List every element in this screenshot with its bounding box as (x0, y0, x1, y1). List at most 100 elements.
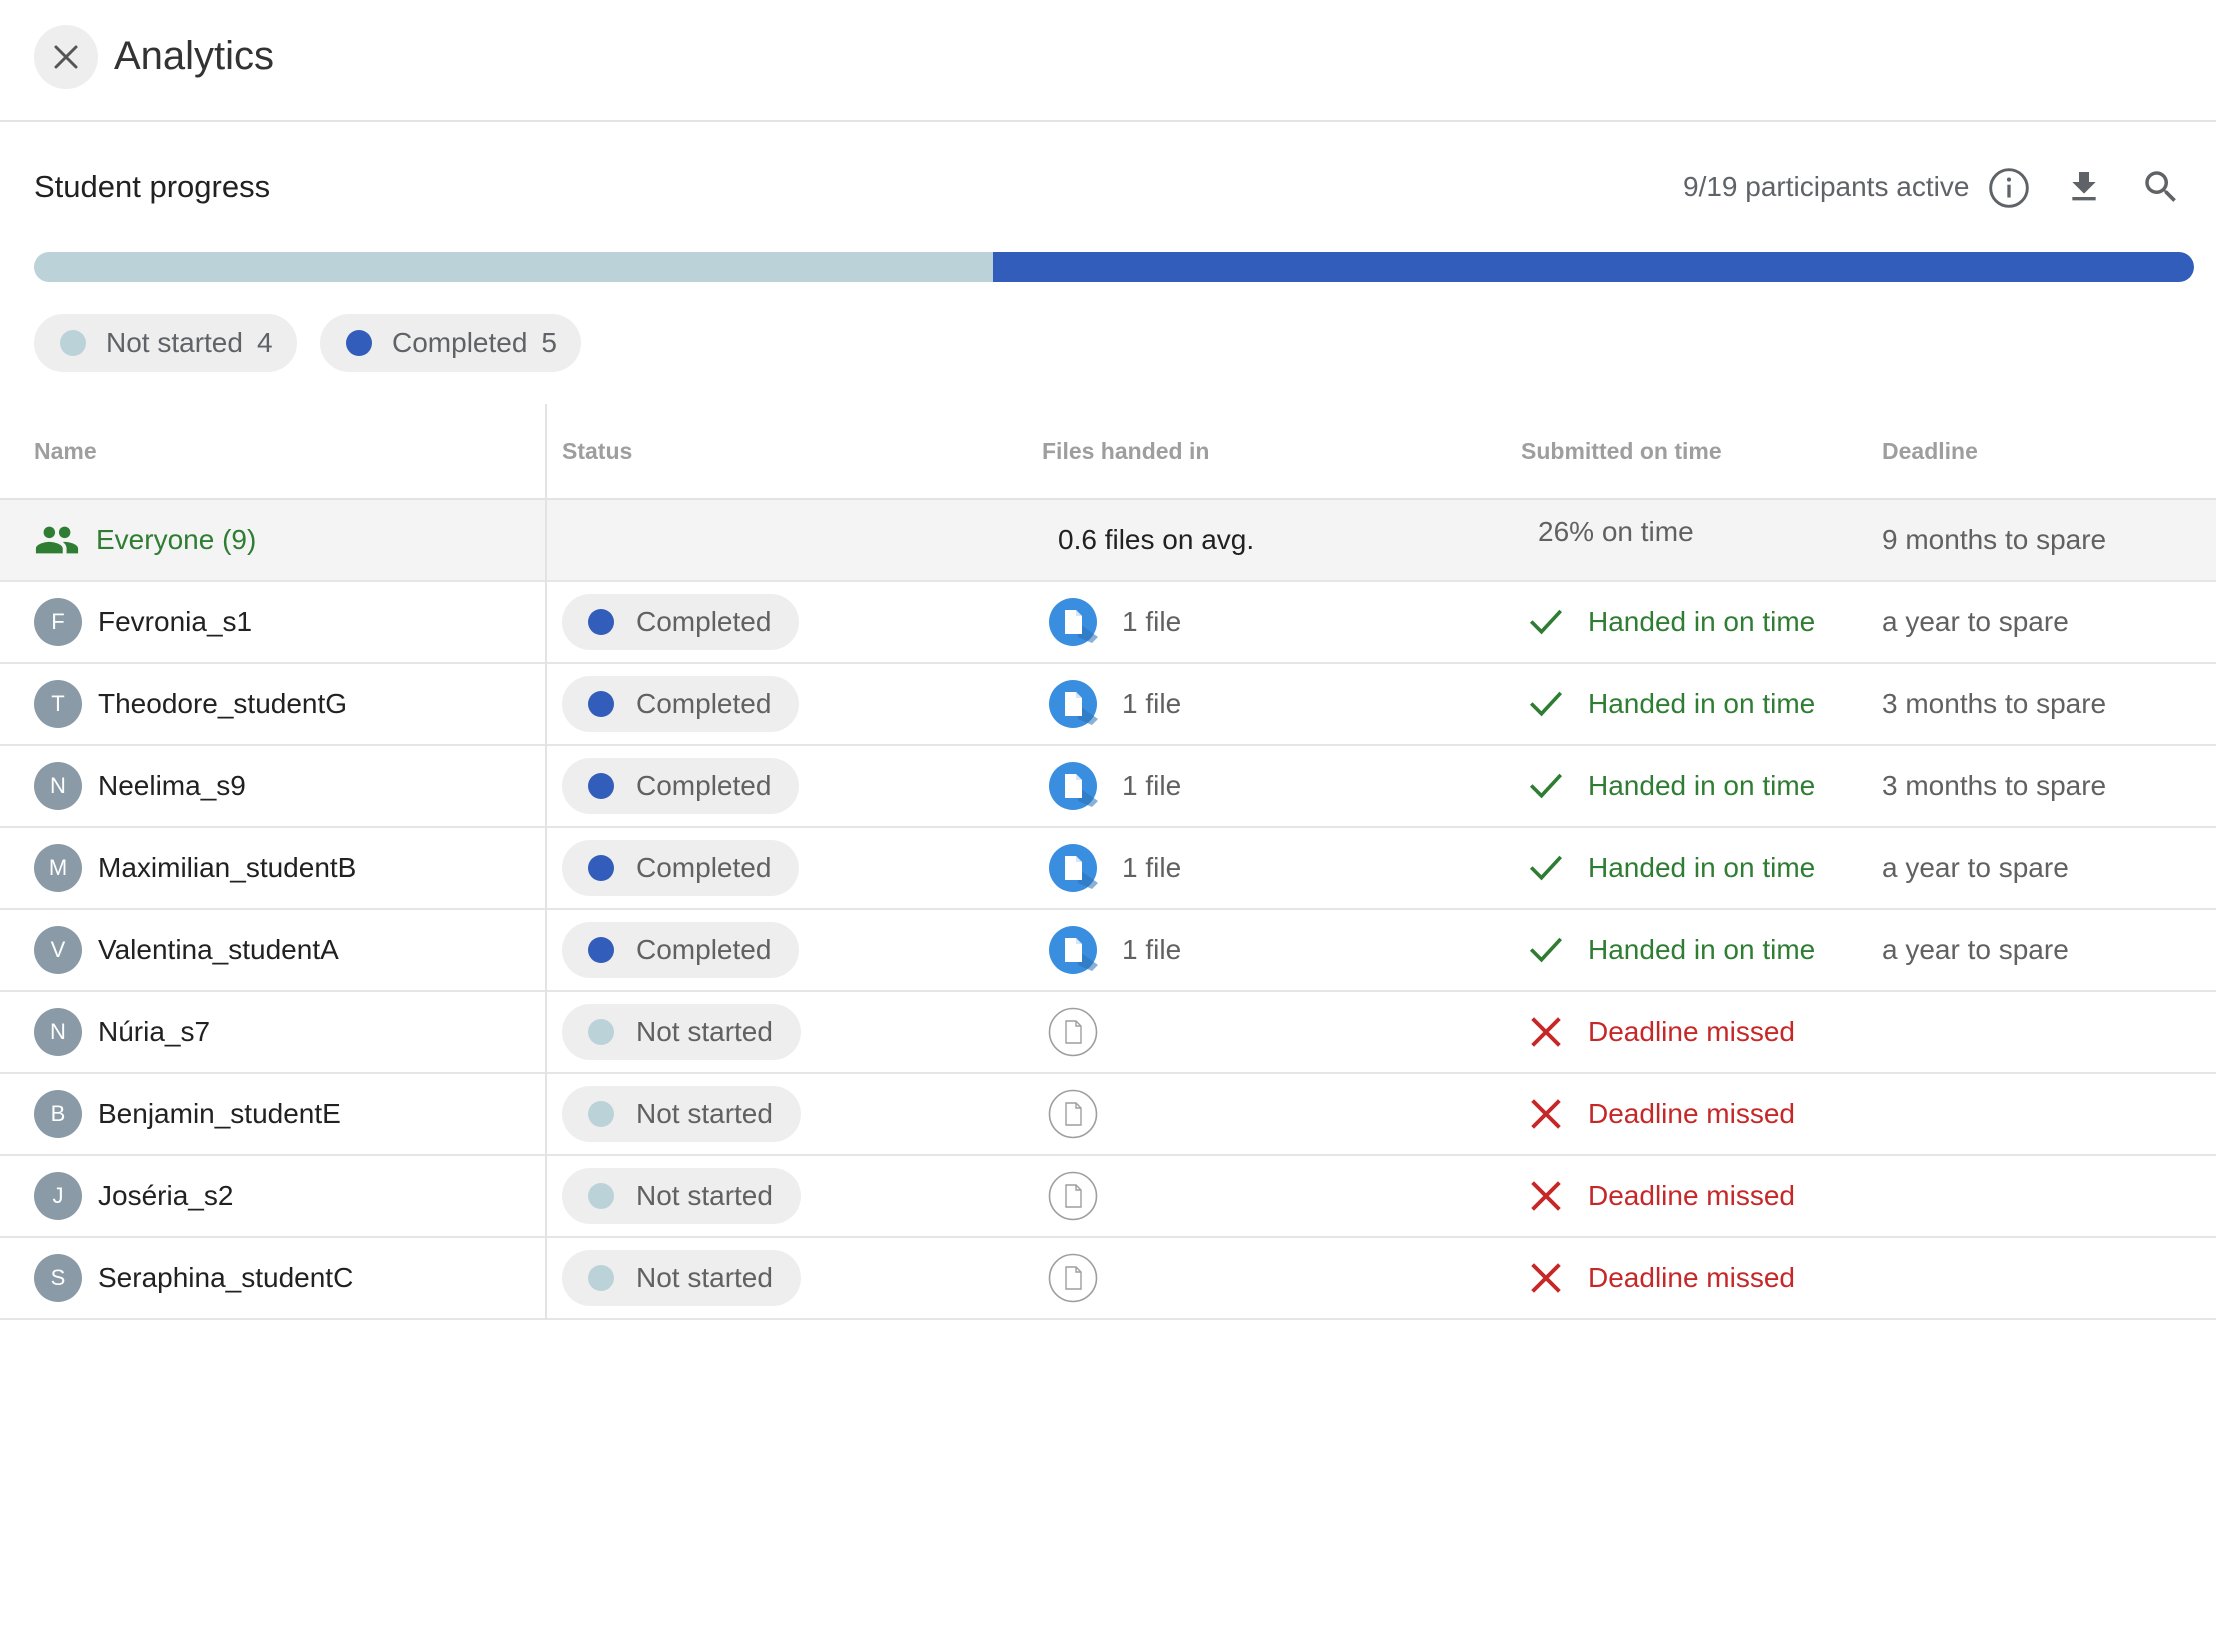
avatar: F (34, 598, 82, 646)
student-name[interactable]: Fevronia_s1 (98, 606, 252, 638)
status-dot (588, 1019, 614, 1045)
status-label: Not started (636, 1180, 773, 1211)
deadline-value: a year to spare (1882, 852, 2069, 883)
check-icon (1529, 773, 1563, 799)
file-count[interactable]: 1 file (1122, 852, 1181, 884)
avatar: S (34, 1254, 82, 1302)
status-label: Completed (636, 688, 772, 719)
table-row[interactable]: N Núria_s7 Not started Deadline missed (0, 992, 2216, 1074)
top-bar: Analytics (0, 0, 2216, 122)
status-label: Completed (636, 770, 772, 801)
table-row[interactable]: B Benjamin_studentE Not started Deadline mi… (0, 1074, 2216, 1156)
avatar: T (34, 680, 82, 728)
status-dot (588, 1265, 614, 1291)
file-icon (1049, 598, 1098, 646)
ontime-status: Handed in on time (1588, 688, 1816, 719)
search-icon (2145, 171, 2176, 202)
ontime-status: Handed in on time (1588, 606, 1816, 637)
status-chip: Not started (562, 1004, 801, 1060)
status-label: Not started (636, 1016, 773, 1047)
table-row[interactable]: N Neelima_s9 Completed 1 file Handed in on t… (0, 746, 2216, 828)
file-count[interactable]: 1 file (1122, 934, 1181, 966)
column-divider (545, 404, 547, 1320)
ontime-status: Deadline missed (1588, 1098, 1795, 1129)
check-icon (1529, 855, 1563, 881)
download-button[interactable] (2061, 164, 2107, 210)
avatar: M (34, 844, 82, 892)
table-row[interactable]: S Seraphina_studentC Not started Deadline m… (0, 1238, 2216, 1320)
check-icon (1529, 609, 1563, 635)
close-icon (54, 45, 78, 69)
file-count[interactable]: 1 file (1122, 770, 1181, 802)
check-icon (1529, 691, 1563, 717)
table-row[interactable]: J Joséria_s2 Not started Deadline missed (0, 1156, 2216, 1238)
file-icon (1049, 844, 1098, 892)
deadline-value: a year to spare (1882, 606, 2069, 637)
avatar: N (34, 762, 82, 810)
deadline-value: 3 months to spare (1882, 688, 2107, 719)
status-label: Not started (636, 1098, 773, 1129)
cross-icon (1531, 1099, 1561, 1129)
column-header-name[interactable]: Name (34, 438, 97, 465)
status-chip: Completed (562, 922, 800, 978)
legend-label: Not started (106, 327, 243, 358)
student-name[interactable]: Maximilian_studentB (98, 852, 356, 884)
status-label: Completed (636, 852, 772, 883)
student-name[interactable]: Neelima_s9 (98, 770, 246, 802)
student-name[interactable]: Theodore_studentG (98, 688, 347, 720)
status-chip: Not started (562, 1250, 801, 1306)
file-count[interactable]: 1 file (1122, 688, 1181, 720)
table-row[interactable]: V Valentina_studentA Completed 1 file Handed… (0, 910, 2216, 992)
legend-label: Completed (392, 327, 528, 358)
status-chip: Completed (562, 676, 800, 732)
student-name[interactable]: Núria_s7 (98, 1016, 210, 1048)
cross-icon (1531, 1181, 1561, 1211)
column-header-ontime[interactable]: Submitted on time (1521, 438, 1722, 465)
status-dot (588, 691, 614, 717)
file-icon (1049, 680, 1098, 728)
file-count[interactable]: 1 file (1122, 606, 1181, 638)
status-chip: Completed (562, 840, 800, 896)
student-name[interactable]: Joséria_s2 (98, 1180, 233, 1212)
info-icon (1989, 168, 2029, 208)
status-label: Completed (636, 606, 772, 637)
student-name[interactable]: Benjamin_studentE (98, 1098, 341, 1130)
status-dot (588, 937, 614, 963)
status-label: Completed (636, 934, 772, 965)
status-chip: Not started (562, 1086, 801, 1142)
column-header-files[interactable]: Files handed in (1042, 438, 1209, 465)
check-icon (1529, 937, 1563, 963)
column-header-status[interactable]: Status (562, 438, 632, 465)
student-name[interactable]: Seraphina_studentC (98, 1262, 353, 1294)
legend-not-started-chip[interactable]: Not started 4 (34, 314, 297, 372)
deadline-value: a year to spare (1882, 934, 2069, 965)
summary-deadline: 9 months to spare (1882, 524, 2107, 555)
table-row[interactable]: T Theodore_studentG Completed 1 file Handed … (0, 664, 2216, 746)
legend-completed-chip[interactable]: Completed 5 (320, 314, 581, 372)
table-row[interactable]: M Maximilian_studentB Completed 1 file Hande… (0, 828, 2216, 910)
ontime-status: Handed in on time (1588, 770, 1816, 801)
status-chip: Completed (562, 594, 800, 650)
legend-count: 5 (541, 327, 557, 358)
table-row[interactable]: F Fevronia_s1 Completed 1 file Handed in on … (0, 582, 2216, 664)
everyone-summary-row[interactable]: Everyone (9) 0.6 files on avg. 26% on ti… (0, 500, 2216, 582)
table-header: Name Status Files handed in Submitted on… (0, 404, 2216, 500)
status-label: Not started (636, 1262, 773, 1293)
completed-dot (346, 330, 372, 356)
file-icon (1049, 762, 1098, 810)
student-progress-table: Name Status Files handed in Submitted on… (0, 404, 2216, 1320)
not-started-dot (60, 330, 86, 356)
student-name[interactable]: Valentina_studentA (98, 934, 339, 966)
avatar: J (34, 1172, 82, 1220)
ontime-status: Handed in on time (1588, 934, 1816, 965)
status-dot (588, 609, 614, 635)
avatar: B (34, 1090, 82, 1138)
close-button[interactable] (34, 25, 98, 89)
search-button[interactable] (2138, 164, 2184, 210)
group-icon (35, 526, 79, 554)
deadline-value: 3 months to spare (1882, 770, 2107, 801)
column-header-deadline[interactable]: Deadline (1882, 438, 1978, 465)
status-dot (588, 1183, 614, 1209)
info-button[interactable] (1987, 166, 2031, 210)
everyone-label[interactable]: Everyone (9) (96, 524, 256, 556)
